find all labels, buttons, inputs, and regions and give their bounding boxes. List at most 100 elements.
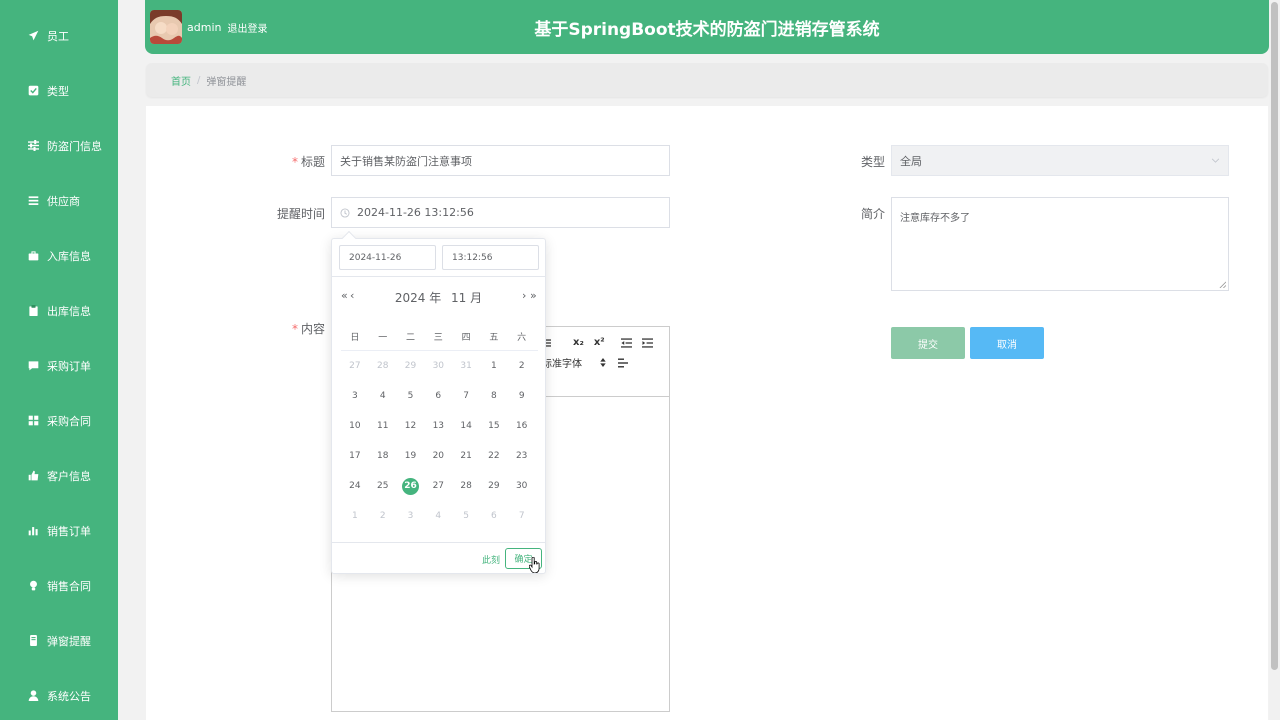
calendar-day[interactable]: 27 bbox=[341, 361, 369, 371]
indent-icon[interactable] bbox=[641, 337, 653, 348]
calendar-day[interactable]: 4 bbox=[369, 391, 397, 401]
calendar-day[interactable]: 4 bbox=[424, 511, 452, 521]
clock-icon bbox=[340, 207, 350, 218]
calendar-day[interactable]: 12 bbox=[397, 421, 425, 431]
sidebar-item-door-info[interactable]: 防盗门信息 bbox=[0, 118, 118, 173]
sidebar-item-stock-in[interactable]: 入库信息 bbox=[0, 228, 118, 283]
sidebar-item-sales-contract[interactable]: 销售合同 bbox=[0, 558, 118, 613]
type-select-value: 全局 bbox=[900, 154, 922, 168]
font-family-select[interactable]: 标准字体 bbox=[542, 355, 606, 370]
calendar-day[interactable]: 7 bbox=[452, 391, 480, 401]
top-header: admin 退出登录 基于SpringBoot技术的防盗门进销存管系统 bbox=[145, 0, 1269, 54]
sidebar-item-label: 出库信息 bbox=[47, 304, 91, 318]
calendar-week: 24 25 26 27 28 29 30 bbox=[341, 471, 536, 501]
type-select[interactable]: 全局 bbox=[891, 145, 1229, 176]
sidebar-item-sales-order[interactable]: 销售订单 bbox=[0, 503, 118, 558]
calendar-day[interactable]: 7 bbox=[508, 511, 536, 521]
calendar-day[interactable]: 18 bbox=[369, 451, 397, 461]
calendar-day[interactable]: 20 bbox=[424, 451, 452, 461]
picker-date-input[interactable]: 2024-11-26 bbox=[339, 245, 436, 270]
calendar-day[interactable]: 24 bbox=[341, 481, 369, 491]
now-button[interactable]: 此刻 bbox=[482, 553, 500, 566]
calendar-day[interactable]: 2 bbox=[369, 511, 397, 521]
picker-year-label[interactable]: 2024 年 bbox=[395, 291, 441, 305]
calendar-day[interactable]: 9 bbox=[508, 391, 536, 401]
bulb-icon bbox=[30, 580, 37, 591]
calendar-day[interactable]: 28 bbox=[369, 361, 397, 371]
calendar-day[interactable]: 17 bbox=[341, 451, 369, 461]
calendar-day[interactable]: 25 bbox=[369, 481, 397, 491]
page-scrollbar[interactable] bbox=[1269, 0, 1280, 720]
sidebar-item-label: 系统公告 bbox=[47, 689, 91, 703]
sidebar-item-supplier[interactable]: 供应商 bbox=[0, 173, 118, 228]
time-input[interactable]: 2024-11-26 13:12:56 bbox=[331, 197, 670, 228]
calendar-day[interactable]: 30 bbox=[508, 481, 536, 491]
logout-link[interactable]: 退出登录 bbox=[227, 20, 267, 35]
intro-textarea[interactable]: 注意库存不多了 bbox=[891, 197, 1229, 291]
sidebar-item-employee[interactable]: 员工 bbox=[0, 0, 118, 63]
updown-icon bbox=[600, 358, 606, 367]
sidebar-item-label: 弹窗提醒 bbox=[47, 634, 91, 648]
superscript-button[interactable]: x² bbox=[594, 337, 605, 348]
calendar-day[interactable]: 29 bbox=[397, 361, 425, 371]
sidebar-item-purchase-order[interactable]: 采购订单 bbox=[0, 338, 118, 393]
hand-cursor-icon bbox=[529, 557, 540, 573]
sidebar-item-purchase-contract[interactable]: 采购合同 bbox=[0, 393, 118, 448]
align-left-icon[interactable] bbox=[618, 358, 628, 368]
calendar-day[interactable]: 22 bbox=[480, 451, 508, 461]
calendar-day[interactable]: 11 bbox=[369, 421, 397, 431]
sidebar-item-label: 销售订单 bbox=[47, 524, 91, 538]
calendar-day[interactable]: 14 bbox=[452, 421, 480, 431]
submit-button[interactable]: 提交 bbox=[891, 327, 965, 359]
calendar-day[interactable]: 27 bbox=[424, 481, 452, 491]
sidebar-item-announcement[interactable]: 系统公告 bbox=[0, 668, 118, 720]
calendar-day[interactable]: 1 bbox=[341, 511, 369, 521]
calendar-day[interactable]: 1 bbox=[480, 361, 508, 371]
sidebar-item-label: 员工 bbox=[47, 29, 69, 43]
calendar-day[interactable]: 3 bbox=[397, 511, 425, 521]
subscript-button[interactable]: x₂ bbox=[573, 337, 584, 348]
calendar-day[interactable]: 19 bbox=[397, 451, 425, 461]
scrollbar-thumb[interactable] bbox=[1271, 2, 1278, 670]
calendar-day[interactable]: 29 bbox=[480, 481, 508, 491]
calendar-day[interactable]: 3 bbox=[341, 391, 369, 401]
calendar-day[interactable]: 6 bbox=[424, 391, 452, 401]
calendar-week: 17 18 19 20 21 22 23 bbox=[341, 441, 536, 471]
next-month-button[interactable]: › bbox=[522, 289, 526, 302]
calendar-day[interactable]: 13 bbox=[424, 421, 452, 431]
thumbs-up-icon bbox=[28, 470, 39, 481]
sidebar-item-customer[interactable]: 客户信息 bbox=[0, 448, 118, 503]
sidebar-item-stock-out[interactable]: 出库信息 bbox=[0, 283, 118, 338]
picker-time-input[interactable]: 13:12:56 bbox=[442, 245, 539, 270]
calendar-day[interactable]: 28 bbox=[452, 481, 480, 491]
picker-month-label[interactable]: 11 月 bbox=[451, 291, 482, 305]
calendar-day[interactable]: 16 bbox=[508, 421, 536, 431]
calendar-day[interactable]: 5 bbox=[397, 391, 425, 401]
cancel-button[interactable]: 取消 bbox=[970, 327, 1044, 359]
calendar-day[interactable]: 6 bbox=[480, 511, 508, 521]
picker-header-divider bbox=[332, 276, 545, 277]
calendar-day[interactable]: 8 bbox=[480, 391, 508, 401]
font-family-value: 标准字体 bbox=[542, 359, 582, 370]
username: admin bbox=[187, 20, 222, 34]
calendar-day[interactable]: 23 bbox=[508, 451, 536, 461]
calendar-day[interactable]: 21 bbox=[452, 451, 480, 461]
sidebar-item-type[interactable]: 类型 bbox=[0, 63, 118, 118]
calendar-day[interactable]: 31 bbox=[452, 361, 480, 371]
intro-textarea-value: 注意库存不多了 bbox=[900, 213, 970, 224]
calendar-day[interactable]: 30 bbox=[424, 361, 452, 371]
outdent-icon[interactable] bbox=[620, 337, 632, 348]
weekday-label: 日 bbox=[350, 332, 360, 343]
title-input[interactable]: 关于销售某防盗门注意事项 bbox=[331, 145, 670, 176]
sidebar-item-popup-reminder[interactable]: 弹窗提醒 bbox=[0, 613, 118, 668]
calendar-day-selected[interactable]: 26 bbox=[397, 477, 425, 495]
calendar-day[interactable]: 10 bbox=[341, 421, 369, 431]
form-panel: * 标题 关于销售某防盗门注意事项 提醒时间 2024-11-26 13:12:5… bbox=[146, 106, 1268, 720]
calendar-day[interactable]: 5 bbox=[452, 511, 480, 521]
calendar-day[interactable]: 2 bbox=[508, 361, 536, 371]
calendar-day[interactable]: 15 bbox=[480, 421, 508, 431]
resize-handle-icon bbox=[1219, 281, 1226, 288]
breadcrumb-home[interactable]: 首页 bbox=[171, 73, 191, 88]
next-year-button[interactable]: » bbox=[530, 289, 537, 302]
title-label: * 标题 bbox=[291, 155, 325, 169]
